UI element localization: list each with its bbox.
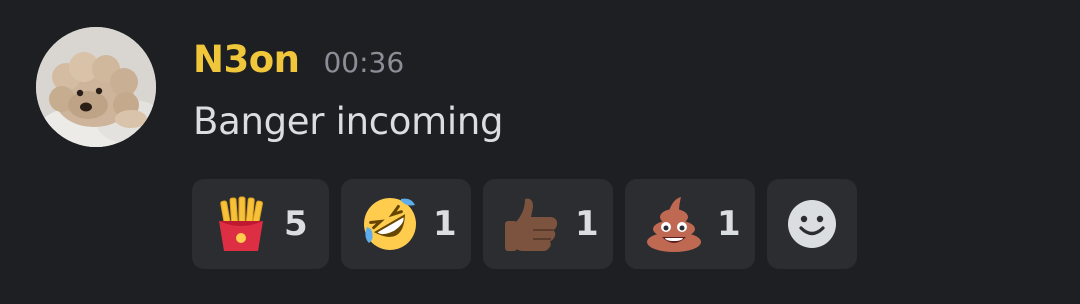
thumbs-up-icon bbox=[503, 195, 561, 253]
rolling-on-the-floor-laughing-icon bbox=[361, 195, 419, 253]
reaction-count: 1 bbox=[575, 204, 599, 244]
reaction-french-fries[interactable]: 5 bbox=[192, 179, 329, 269]
smiley-face-icon bbox=[788, 200, 836, 248]
reaction-pile-of-poo[interactable]: 1 bbox=[625, 179, 755, 269]
add-reaction-button[interactable] bbox=[767, 179, 857, 269]
pile-of-poo-icon bbox=[645, 195, 703, 253]
message-header: N3on 00:36 bbox=[193, 38, 404, 88]
avatar-dog-photo bbox=[36, 27, 156, 147]
reaction-count: 1 bbox=[433, 204, 457, 244]
reaction-thumbs-up[interactable]: 1 bbox=[483, 179, 613, 269]
reaction-count: 5 bbox=[284, 204, 308, 244]
reaction-rofl[interactable]: 1 bbox=[341, 179, 471, 269]
chat-message: N3on 00:36 Banger incoming 5 1 1 1 bbox=[0, 0, 1080, 304]
message-timestamp[interactable]: 00:36 bbox=[323, 46, 404, 79]
message-text: Banger incoming bbox=[193, 100, 504, 143]
reaction-bar: 5 1 1 1 bbox=[192, 179, 857, 269]
author-name[interactable]: N3on bbox=[193, 38, 300, 81]
french-fries-icon bbox=[212, 195, 270, 253]
reaction-count: 1 bbox=[717, 204, 741, 244]
avatar[interactable] bbox=[36, 27, 156, 147]
